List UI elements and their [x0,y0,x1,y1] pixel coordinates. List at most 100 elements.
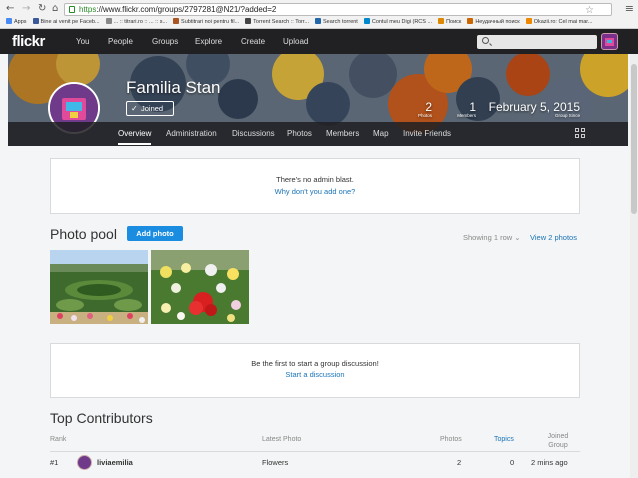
tab-members[interactable]: Members [326,129,359,138]
photo-pool-title: Photo pool [50,226,117,242]
bookmark-favicon-icon [32,18,39,24]
bookmark-favicon-icon [314,18,321,24]
nav-groups[interactable]: Groups [152,37,178,46]
nav-you[interactable]: You [76,37,90,46]
browser-chrome: ← → ↻ ⌂ https://www.flickr.com/groups/27… [0,0,638,29]
check-icon: ✓ [131,104,138,113]
bookmark-label: Contul meu Digi (RCS ... [371,19,433,25]
search-icon[interactable] [482,37,489,44]
tab-discussions[interactable]: Discussions [232,129,275,138]
url-text[interactable]: https://www.flickr.com/groups/2797281@N2… [79,5,276,14]
bookmark-label: Apps [14,19,27,25]
members-count: 1 [469,100,476,114]
showing-rows-dropdown[interactable]: Showing 1 row ⌄ [463,233,521,242]
url-scheme: https [79,5,97,14]
nav-create[interactable]: Create [241,37,265,46]
col-photos-header[interactable]: Photos [440,436,462,443]
flowers-photo [151,250,249,324]
tab-overview[interactable]: Overview [118,129,152,145]
row-joined: 2 mins ago [531,458,568,467]
page-scrollbar[interactable] [630,54,638,478]
col-joined-header[interactable]: Joined Group [540,432,576,450]
forward-icon[interactable]: → [22,3,30,14]
scrollbar-thumb[interactable] [631,64,637,214]
members-label: Members [457,113,476,118]
address-bar[interactable]: https://www.flickr.com/groups/2797281@N2… [64,3,612,16]
row-topics: 0 [510,458,515,467]
bookmark-item[interactable]: Apps [6,17,27,28]
pool-photo-flowers[interactable] [151,250,249,324]
bookmarks-bar: Apps Bine ai venit pe Faceb... ... :: titr… [0,17,638,28]
bookmark-label: Search torrent [322,19,358,25]
nav-explore[interactable]: Explore [195,37,222,46]
top-nav: flickr You People Groups Explore Create … [0,29,638,54]
bookmark-favicon-icon [525,18,532,24]
bookmark-item[interactable]: Torrent Search :: Torr... [245,17,309,28]
bookmark-label: Okazii.ro: Cel mai mar... [533,19,593,25]
garden-photo [50,250,148,324]
pool-photo-garden[interactable] [50,250,148,324]
bookmark-label: ... :: titrari.ro :: ... :: s... [113,19,168,25]
col-rank-header: Rank [50,436,67,443]
browser-menu-icon[interactable]: ≡ [625,2,634,15]
table-divider [50,451,580,452]
bookmark-item[interactable]: Поиск [438,17,461,28]
browser-nav-row: ← → ↻ ⌂ https://www.flickr.com/groups/27… [0,2,638,16]
user-avatar[interactable] [601,33,618,50]
bookmark-item[interactable]: Okazii.ro: Cel mai mar... [525,17,593,28]
bookmark-favicon-icon [105,18,112,24]
reload-icon[interactable]: ↻ [38,3,46,14]
bookmark-item[interactable]: Search torrent [314,17,358,28]
col-topics-header[interactable]: Topics [494,436,514,443]
joined-label: Joined [141,104,164,113]
add-admin-blast-link[interactable]: Why don't you add one? [51,187,579,196]
tab-administration[interactable]: Administration [166,129,217,138]
nav-people[interactable]: People [108,37,133,46]
grid-view-icon[interactable] [575,128,586,139]
admin-blast-text: There's no admin blast. [276,175,354,184]
bookmark-favicon-icon [467,18,474,24]
nav-upload[interactable]: Upload [283,37,308,46]
flickr-logo[interactable]: flickr [12,33,45,50]
group-name: Familia Stan [126,78,221,97]
bookmark-item[interactable]: ... :: titrari.ro :: ... :: s... [105,17,168,28]
latest-photo-link[interactable]: Flowers [262,458,288,467]
col-latest-header: Latest Photo [262,436,302,443]
discussion-card: Be the first to start a group discussion… [50,343,580,398]
bookmark-label: Bine ai venit pe Faceb... [40,19,100,25]
bookmark-favicon-icon [173,18,180,24]
chevron-down-icon: ⌄ [514,233,521,242]
joined-button[interactable]: ✓ Joined [126,101,174,116]
tab-invite-friends[interactable]: Invite Friends [403,129,451,138]
row-rank: #1 [50,458,59,467]
lock-icon [69,6,75,13]
members-stat: 1 Members [448,100,476,118]
photos-label: Photos [417,113,432,118]
contributor-name[interactable]: liviaemilia [97,458,133,467]
bookmark-favicon-icon [6,18,12,24]
start-discussion-link[interactable]: Start a discussion [51,370,579,379]
group-subnav: Overview Administration Discussions Phot… [8,122,628,146]
home-icon[interactable]: ⌂ [52,3,58,14]
bookmark-item[interactable]: Contul meu Digi (RCS ... [363,17,433,28]
top-contributors-title: Top Contributors [50,410,153,426]
bookmark-item[interactable]: Неудачный поиск [467,17,520,28]
bookmark-label: Неудачный поиск [475,19,520,25]
add-photo-button[interactable]: Add photo [127,226,183,241]
view-photos-link[interactable]: View 2 photos [530,233,577,242]
back-icon[interactable]: ← [6,3,14,14]
admin-blast-card: There's no admin blast. Why don't you ad… [50,158,580,214]
photos-count: 2 [425,100,432,114]
url-rest: ://www.flickr.com/groups/2797281@N21/?ad… [96,5,277,14]
bookmark-favicon-icon [245,18,252,24]
tab-photos[interactable]: Photos [287,129,312,138]
tab-map[interactable]: Map [373,129,389,138]
contributor-avatar[interactable] [77,455,92,470]
bookmark-item[interactable]: Bine ai venit pe Faceb... [32,17,100,28]
search-input[interactable] [477,35,597,49]
bookmark-star-icon[interactable]: ☆ [585,5,594,16]
bookmark-label: Subtitrari noi pentru fil... [181,19,240,25]
photos-stat: 2 Photos [408,100,432,118]
bookmark-item[interactable]: Subtitrari noi pentru fil... [173,17,239,28]
bookmark-label: Torrent Search :: Torr... [253,19,309,25]
